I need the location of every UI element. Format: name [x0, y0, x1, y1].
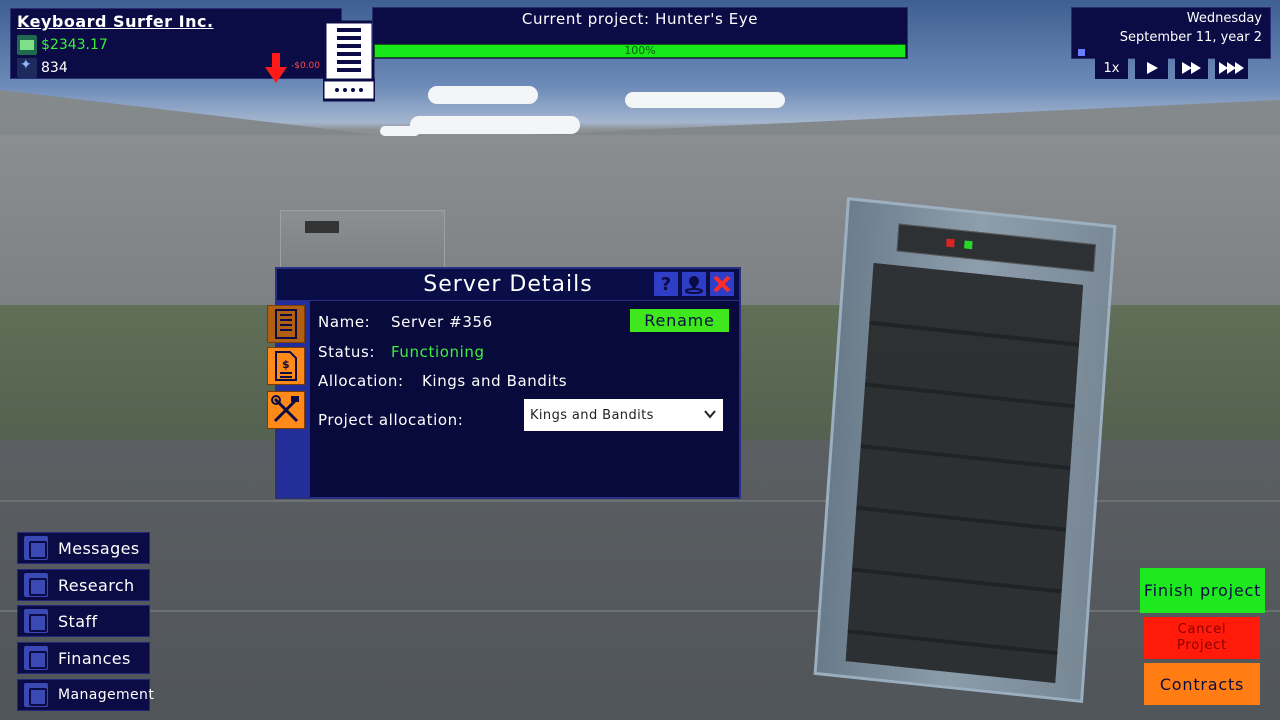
menu-label: Finances	[58, 648, 131, 668]
cloud	[380, 126, 420, 136]
fastest-forward-button[interactable]	[1215, 57, 1248, 79]
money-row: $2343.17	[17, 35, 108, 55]
fastest-forward-icon	[1218, 62, 1244, 74]
project-allocation-label: Project allocation:	[318, 411, 464, 429]
menu-management[interactable]: Management	[17, 679, 154, 711]
play-icon	[1146, 62, 1158, 74]
dialog-header: Server Details ?	[277, 269, 739, 301]
server-icon[interactable]	[323, 20, 375, 102]
menu-staff[interactable]: Staff	[17, 605, 150, 637]
menu-label: Messages	[58, 538, 140, 558]
money-value: $2343.17	[41, 37, 108, 53]
menu-research[interactable]: Research	[17, 569, 150, 601]
help-icon: ?	[660, 273, 672, 295]
status-label: Status:	[318, 343, 376, 361]
help-button[interactable]: ?	[654, 272, 678, 296]
weekday: Wednesday	[1186, 11, 1262, 26]
menu-finances[interactable]: Finances	[17, 642, 150, 674]
tab-contract[interactable]: $	[267, 347, 305, 385]
dropdown-selected-value: Kings and Bandits	[530, 407, 654, 423]
status-led-red	[946, 238, 955, 248]
reputation-row: 834	[17, 57, 68, 78]
company-name[interactable]: Keyboard Surfer Inc.	[17, 12, 214, 31]
calendar-date: September 11, year 2	[1119, 30, 1262, 45]
money-icon	[17, 35, 37, 55]
management-icon	[24, 683, 48, 707]
project-title: Current project: Hunter's Eye	[521, 10, 759, 28]
project-panel: Current project: Hunter's Eye 100%	[372, 7, 908, 59]
server-icon	[275, 309, 297, 339]
close-icon	[713, 275, 731, 293]
server-rack[interactable]	[813, 197, 1117, 703]
down-arrow-icon	[265, 53, 287, 83]
name-label: Name:	[318, 313, 371, 331]
day-progress-marker	[1078, 49, 1085, 56]
contracts-button[interactable]: Contracts	[1144, 663, 1260, 705]
allocation-label: Allocation:	[318, 372, 404, 390]
rename-button[interactable]: Rename	[630, 309, 729, 332]
menu-label: Staff	[58, 611, 98, 631]
status-value: Functioning	[391, 343, 485, 361]
document-dollar-icon: $	[275, 351, 297, 381]
server-name: Server #356	[391, 313, 493, 331]
status-led-green	[964, 240, 973, 250]
speed-controls: 1x	[1095, 57, 1248, 79]
fast-forward-icon	[1181, 62, 1201, 74]
dialog-tab-rail: $	[267, 301, 310, 497]
messages-icon	[24, 536, 48, 560]
server-details-dialog: Server Details ? $ Name: Server #356 Ren…	[267, 267, 741, 499]
date-panel: Wednesday September 11, year 2	[1071, 7, 1271, 59]
tools-icon	[271, 395, 299, 423]
tab-server-info[interactable]	[267, 305, 305, 343]
locate-icon	[685, 276, 703, 294]
reputation-icon	[17, 57, 37, 78]
reputation-value: 834	[41, 60, 68, 76]
tab-maintenance[interactable]	[267, 391, 305, 429]
speed-indicator[interactable]: 1x	[1095, 57, 1128, 79]
menu-messages[interactable]: Messages	[17, 532, 150, 564]
company-panel: Keyboard Surfer Inc. $2343.17 834 -$0.00	[10, 8, 342, 83]
project-progress-bar: 100%	[374, 44, 906, 58]
rack-status-panel	[896, 223, 1096, 273]
project-allocation-dropdown[interactable]: Kings and Bandits	[524, 399, 723, 431]
cloud	[625, 92, 785, 108]
fast-forward-button[interactable]	[1175, 57, 1208, 79]
cloud	[410, 116, 580, 134]
svg-text:$: $	[282, 358, 290, 371]
rack-units	[845, 262, 1084, 684]
locate-button[interactable]	[682, 272, 706, 296]
play-button[interactable]	[1135, 57, 1168, 79]
chevron-down-icon	[704, 410, 716, 419]
menu-label: Management	[58, 687, 155, 703]
cancel-project-button[interactable]: Cancel Project	[1144, 617, 1260, 659]
finish-project-button[interactable]: Finish project	[1140, 568, 1265, 613]
money-change: -$0.00	[291, 61, 321, 71]
allocation-value: Kings and Bandits	[422, 372, 568, 390]
staff-icon	[24, 609, 48, 633]
finances-icon	[24, 646, 48, 670]
cloud	[428, 86, 538, 104]
menu-label: Research	[58, 575, 135, 595]
progress-label: 100%	[624, 44, 656, 57]
research-icon	[24, 573, 48, 597]
close-button[interactable]	[710, 272, 734, 296]
